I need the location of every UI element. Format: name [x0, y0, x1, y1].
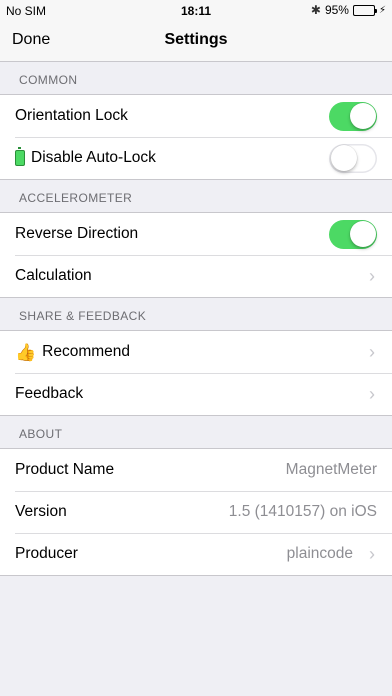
- row-feedback[interactable]: Feedback ›: [0, 373, 392, 415]
- chevron-right-icon: ›: [369, 383, 375, 404]
- row-label: Feedback: [15, 385, 84, 402]
- row-product-name: Product Name MagnetMeter: [0, 449, 392, 491]
- section-header-about: ABOUT: [0, 416, 392, 449]
- row-label: Recommend: [42, 343, 131, 360]
- disable-auto-lock-toggle[interactable]: [329, 143, 377, 173]
- version-value: 1.5 (1410157) on iOS: [228, 503, 377, 520]
- thumbs-up-icon: 👍: [15, 342, 37, 362]
- group-accelerometer: Reverse Direction Calculation ›: [0, 213, 392, 298]
- row-label: Disable Auto-Lock: [31, 149, 156, 166]
- group-share: 👍 Recommend › Feedback ›: [0, 331, 392, 416]
- row-reverse-direction: Reverse Direction: [0, 213, 392, 255]
- reverse-direction-toggle[interactable]: [329, 219, 377, 249]
- navigation-bar: Done Settings: [0, 22, 392, 62]
- row-label: Reverse Direction: [15, 225, 139, 242]
- row-label: Orientation Lock: [15, 107, 128, 124]
- row-producer[interactable]: Producer plaincode ›: [0, 533, 392, 575]
- row-orientation-lock: Orientation Lock: [0, 95, 392, 137]
- row-label: Version: [15, 503, 67, 520]
- bluetooth-icon: ✱: [310, 3, 321, 17]
- orientation-lock-toggle[interactable]: [329, 101, 377, 131]
- row-recommend[interactable]: 👍 Recommend ›: [0, 331, 392, 373]
- section-header-accelerometer: ACCELEROMETER: [0, 180, 392, 213]
- battery-percent: 95%: [324, 3, 349, 17]
- chevron-right-icon: ›: [369, 543, 375, 564]
- producer-value: plaincode: [286, 545, 353, 562]
- status-right: ✱ 95% ⚡: [311, 3, 386, 17]
- settings-list: COMMON Orientation Lock Disable Auto-Loc…: [0, 62, 392, 576]
- row-label: Product Name: [15, 461, 115, 478]
- group-about: Product Name MagnetMeter Version 1.5 (14…: [0, 449, 392, 576]
- charging-bolt-icon: ⚡: [378, 4, 386, 16]
- battery-icon: [352, 4, 377, 16]
- product-name-value: MagnetMeter: [285, 461, 377, 478]
- section-header-share: SHARE & FEEDBACK: [0, 298, 392, 331]
- row-calculation[interactable]: Calculation ›: [0, 255, 392, 297]
- status-bar: No SIM 18:11 ✱ 95% ⚡: [0, 0, 392, 22]
- row-label: Calculation: [15, 267, 92, 284]
- row-label: Producer: [15, 545, 78, 562]
- chevron-right-icon: ›: [369, 341, 375, 362]
- page-title: Settings: [164, 31, 228, 48]
- battery-icon: [15, 147, 25, 166]
- group-common: Orientation Lock Disable Auto-Lock: [0, 95, 392, 180]
- row-version: Version 1.5 (1410157) on iOS: [0, 491, 392, 533]
- section-header-common: COMMON: [0, 62, 392, 95]
- chevron-right-icon: ›: [369, 265, 375, 286]
- row-disable-auto-lock: Disable Auto-Lock: [0, 137, 392, 179]
